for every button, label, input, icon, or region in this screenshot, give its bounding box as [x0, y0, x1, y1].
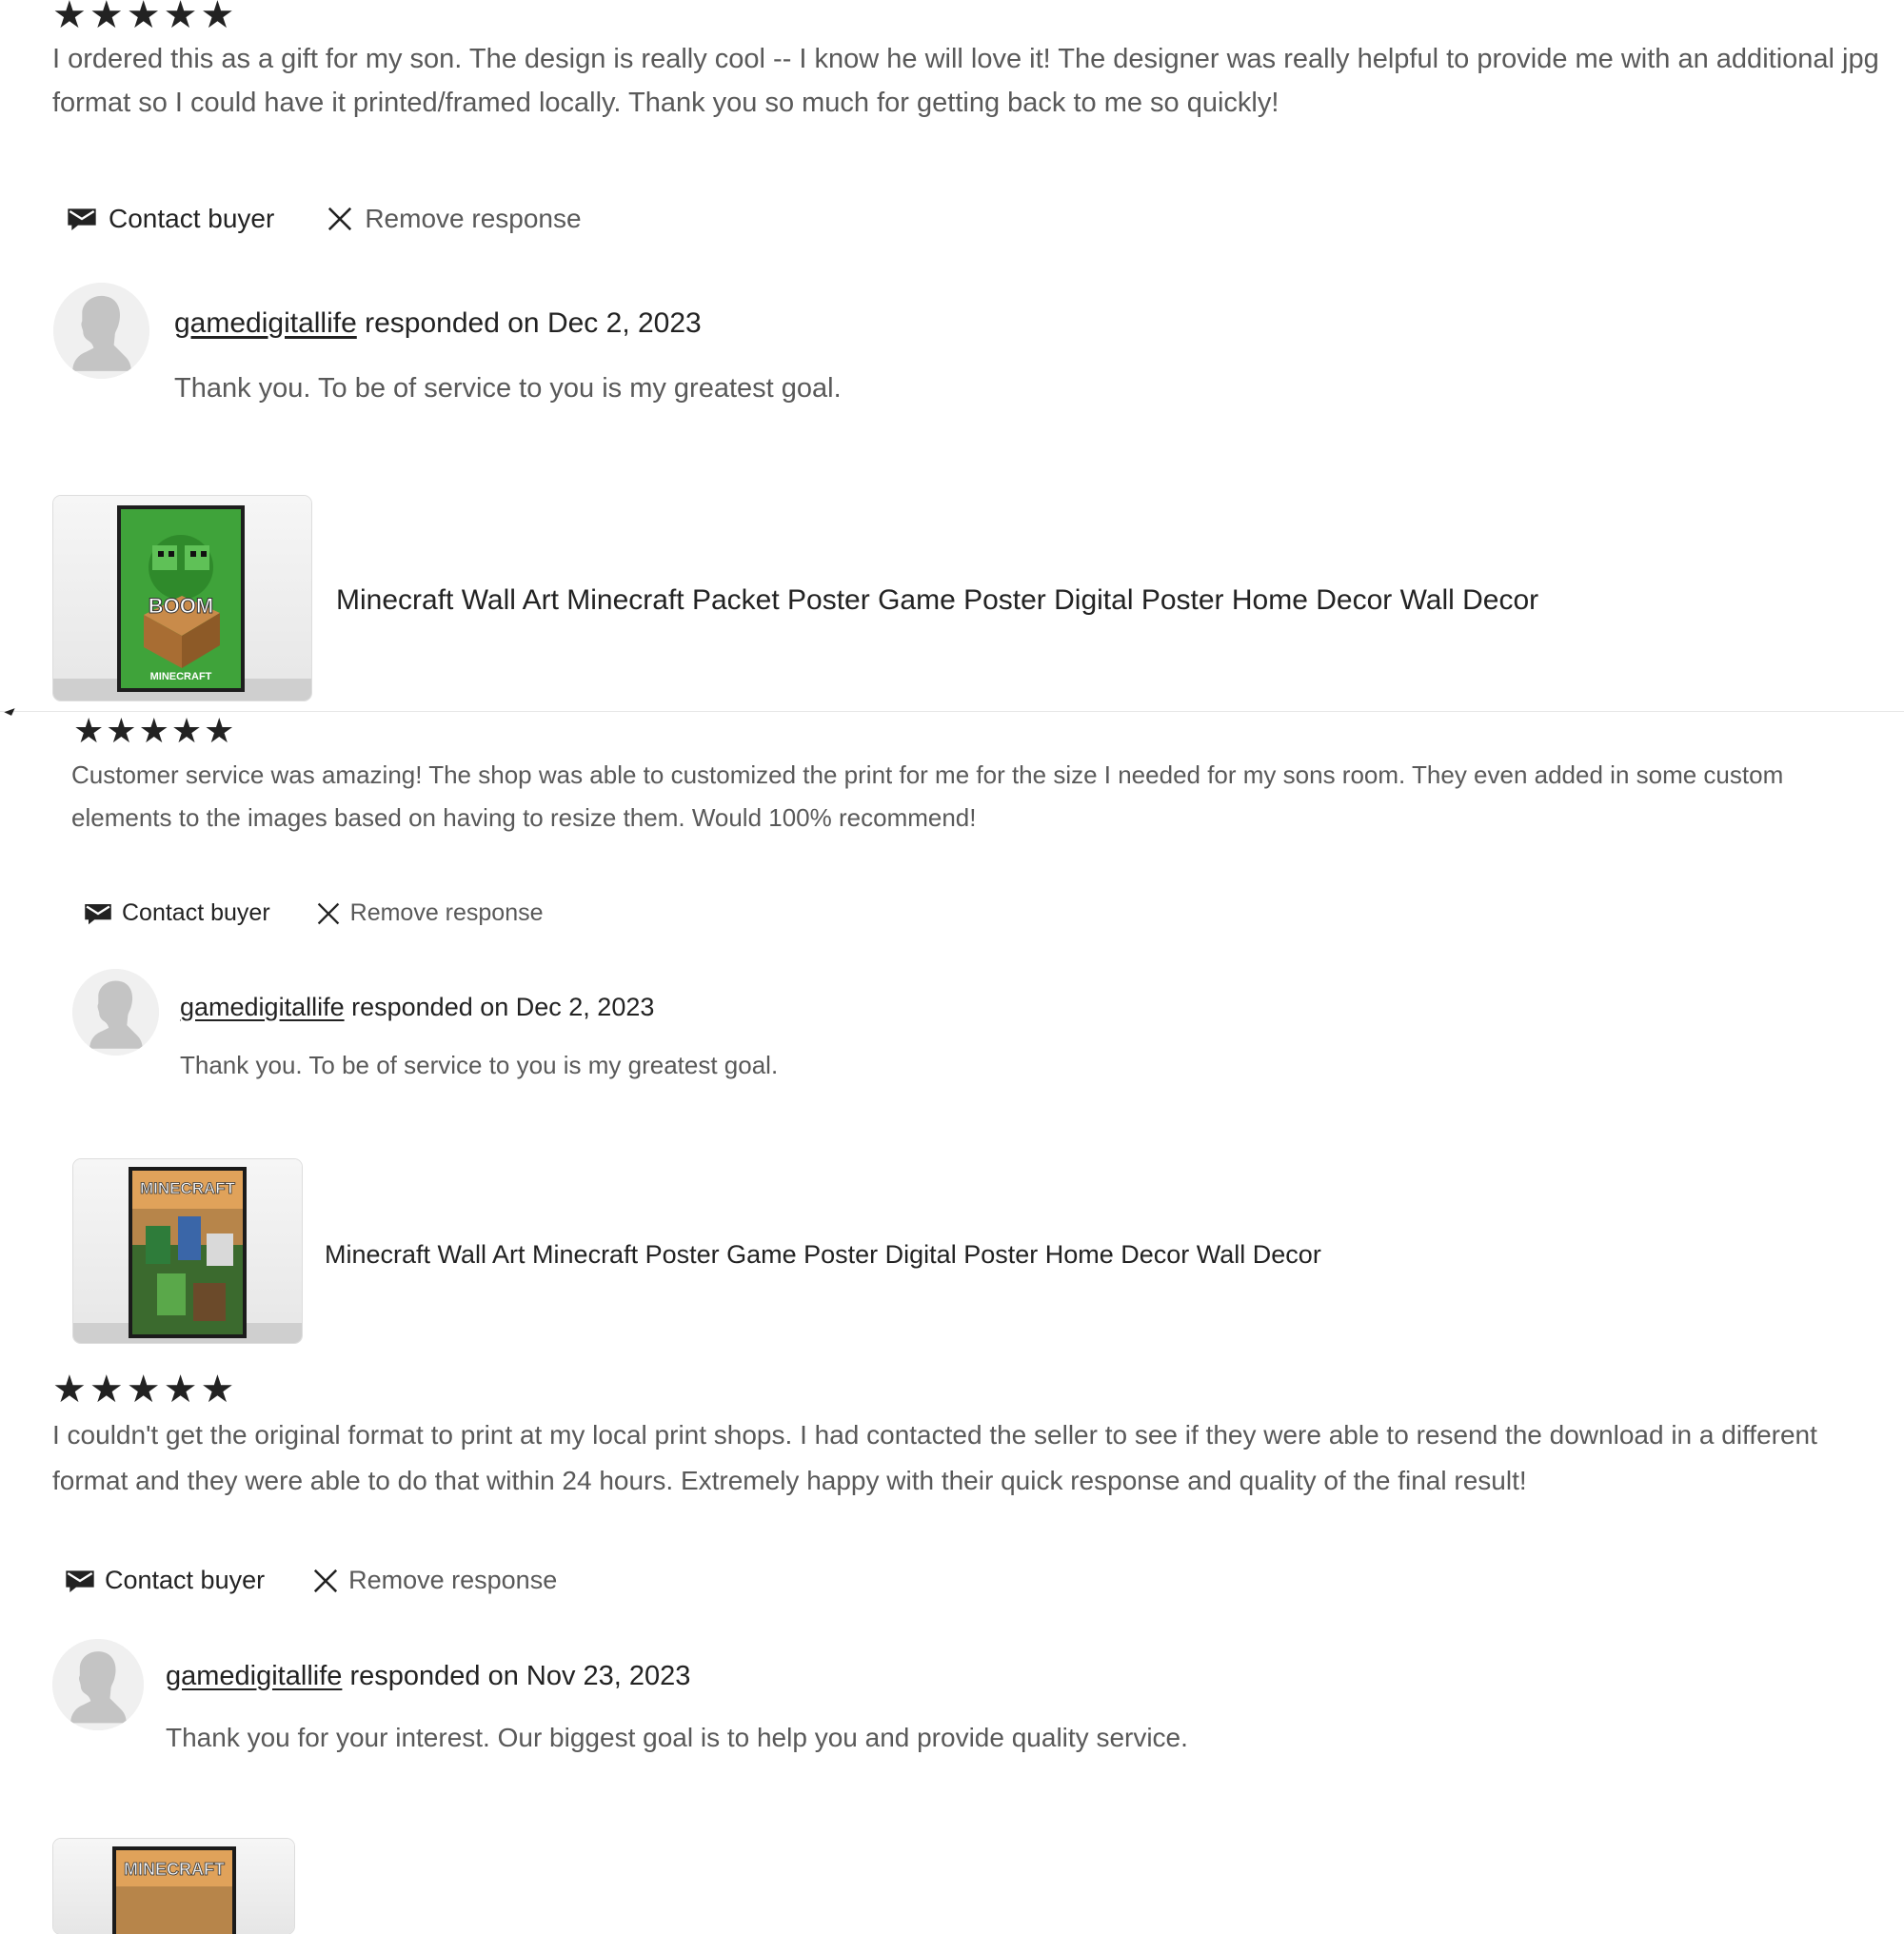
contact-buyer-button[interactable]: Contact buyer	[84, 899, 270, 927]
seller-avatar	[72, 969, 159, 1056]
default-avatar-icon	[53, 283, 149, 379]
seller-link[interactable]: gamedigitallife	[180, 993, 345, 1021]
envelope-icon	[85, 903, 111, 924]
poster-image: MINECRAFT	[112, 1846, 236, 1934]
response-text: Thank you. To be of service to you is my…	[174, 373, 842, 404]
listing-title-link[interactable]: Minecraft Wall Art Minecraft Packet Post…	[336, 584, 1538, 617]
star-rating: ★ ★ ★ ★ ★	[73, 714, 234, 748]
seller-avatar	[52, 1639, 144, 1730]
caret-icon	[4, 708, 17, 718]
response-header: gamedigitallife responded on Dec 2, 2023	[174, 307, 702, 340]
review-text: I ordered this as a gift for my son. The…	[52, 44, 1879, 118]
close-icon	[314, 1569, 338, 1592]
default-avatar-icon	[52, 1639, 144, 1730]
response-header: gamedigitallife responded on Nov 23, 202…	[166, 1661, 690, 1692]
review-actions: Contact buyer Remove response	[65, 1566, 557, 1595]
star-icon: ★	[200, 1369, 235, 1411]
poster-image: MINECRAFT	[73, 1167, 302, 1343]
listing-thumbnail[interactable]: MINECRAFT	[53, 1839, 294, 1934]
response-text: Thank you. To be of service to you is my…	[180, 1051, 779, 1079]
seller-link[interactable]: gamedigitallife	[174, 307, 357, 339]
seller-avatar	[53, 283, 149, 379]
contact-buyer-label: Contact buyer	[122, 899, 270, 926]
remove-response-label: Remove response	[365, 204, 582, 233]
remove-response-label: Remove response	[349, 899, 544, 926]
star-icon: ★	[163, 0, 198, 36]
remove-response-button[interactable]: Remove response	[312, 1566, 557, 1595]
star-icon: ★	[170, 711, 203, 750]
star-icon: ★	[200, 0, 235, 36]
svg-text:BOOM: BOOM	[149, 594, 213, 618]
star-icon: ★	[52, 1369, 87, 1411]
star-icon: ★	[163, 1369, 198, 1411]
star-icon: ★	[89, 1369, 124, 1411]
close-icon	[328, 207, 352, 231]
star-icon: ★	[73, 711, 105, 750]
response-date: responded on Dec 2, 2023	[365, 307, 702, 339]
star-icon: ★	[204, 711, 235, 750]
seller-link[interactable]: gamedigitallife	[166, 1661, 342, 1691]
contact-buyer-label: Contact buyer	[109, 204, 275, 233]
listing-title-link[interactable]: Minecraft Wall Art Minecraft Poster Game…	[325, 1240, 1321, 1270]
star-icon: ★	[126, 0, 161, 36]
envelope-icon	[68, 208, 96, 230]
remove-response-button[interactable]: Remove response	[327, 204, 582, 234]
response-date: responded on Nov 23, 2023	[349, 1661, 691, 1691]
poster-title: MINECRAFT	[124, 1860, 225, 1879]
listing-thumbnail[interactable]: BOOM MINECRAFT	[53, 496, 311, 701]
listing-thumbnail[interactable]: MINECRAFT	[73, 1159, 302, 1343]
star-icon: ★	[126, 1369, 161, 1411]
default-avatar-icon	[72, 969, 159, 1056]
review-text: Customer service was amazing! The shop w…	[71, 760, 1784, 833]
poster-image: BOOM MINECRAFT	[53, 505, 311, 701]
star-icon: ★	[138, 711, 169, 750]
envelope-icon	[66, 1569, 94, 1592]
star-rating: ★ ★ ★ ★ ★	[52, 0, 234, 34]
svg-text:MINECRAFT: MINECRAFT	[150, 671, 212, 682]
close-icon	[317, 902, 339, 924]
contact-buyer-button[interactable]: Contact buyer	[65, 1566, 265, 1595]
review-text: I couldn't get the original format to pr…	[52, 1420, 1817, 1495]
star-icon: ★	[52, 0, 87, 36]
star-rating: ★ ★ ★ ★ ★	[52, 1371, 234, 1409]
review-actions: Contact buyer Remove response	[67, 204, 582, 234]
contact-buyer-button[interactable]: Contact buyer	[67, 204, 274, 234]
remove-response-label: Remove response	[348, 1566, 558, 1594]
review-divider	[0, 711, 1904, 712]
response-header: gamedigitallife responded on Dec 2, 2023	[180, 993, 654, 1022]
contact-buyer-label: Contact buyer	[105, 1566, 266, 1594]
poster-title: MINECRAFT	[140, 1179, 236, 1197]
response-text: Thank you for your interest. Our biggest…	[166, 1723, 1188, 1752]
star-icon: ★	[89, 0, 124, 36]
star-icon: ★	[106, 711, 137, 750]
remove-response-button[interactable]: Remove response	[316, 899, 544, 927]
review-actions: Contact buyer Remove response	[84, 899, 544, 927]
response-date: responded on Dec 2, 2023	[351, 993, 655, 1021]
